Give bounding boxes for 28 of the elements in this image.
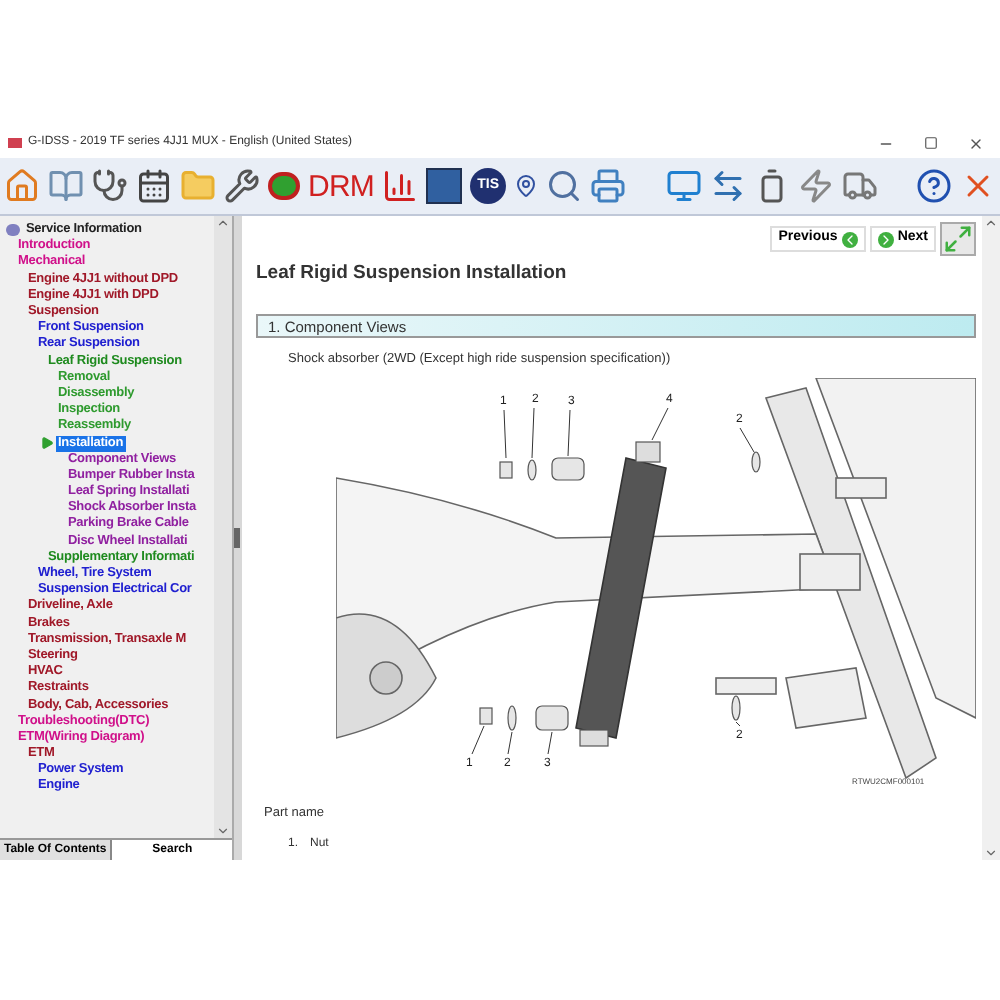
scroll-up-icon[interactable]	[984, 216, 998, 230]
arrows-icon[interactable]	[710, 168, 747, 204]
printer-icon[interactable]	[590, 168, 627, 204]
calendar-icon[interactable]	[136, 168, 172, 204]
truck-icon[interactable]	[842, 168, 879, 204]
lightning-icon[interactable]	[798, 168, 835, 204]
maximize-icon[interactable]	[924, 136, 938, 150]
scrollbar[interactable]	[982, 216, 1000, 860]
expand-icon[interactable]	[940, 222, 976, 256]
bar-chart-icon[interactable]	[382, 168, 419, 204]
stethoscope-icon[interactable]	[92, 168, 128, 204]
scroll-down-icon[interactable]	[216, 824, 231, 838]
search-icon[interactable]	[546, 168, 583, 204]
arrow-icon	[40, 436, 54, 451]
help-icon[interactable]	[916, 168, 952, 204]
app-icon	[8, 138, 22, 148]
scroll-up-icon[interactable]	[216, 216, 231, 230]
wrench-icon[interactable]	[224, 168, 260, 204]
page-title: Leaf Rigid Suspension Installation	[256, 260, 569, 288]
close-icon[interactable]	[968, 135, 984, 151]
back-icon	[841, 231, 858, 247]
scrollbar[interactable]	[214, 216, 233, 838]
scroll-down-icon[interactable]	[984, 846, 998, 860]
home-icon[interactable]	[4, 168, 40, 204]
monitor-icon[interactable]	[666, 168, 703, 204]
drm-button[interactable]: DRM	[308, 171, 375, 201]
forward-icon	[877, 231, 894, 247]
splitter-handle[interactable]	[234, 528, 241, 548]
